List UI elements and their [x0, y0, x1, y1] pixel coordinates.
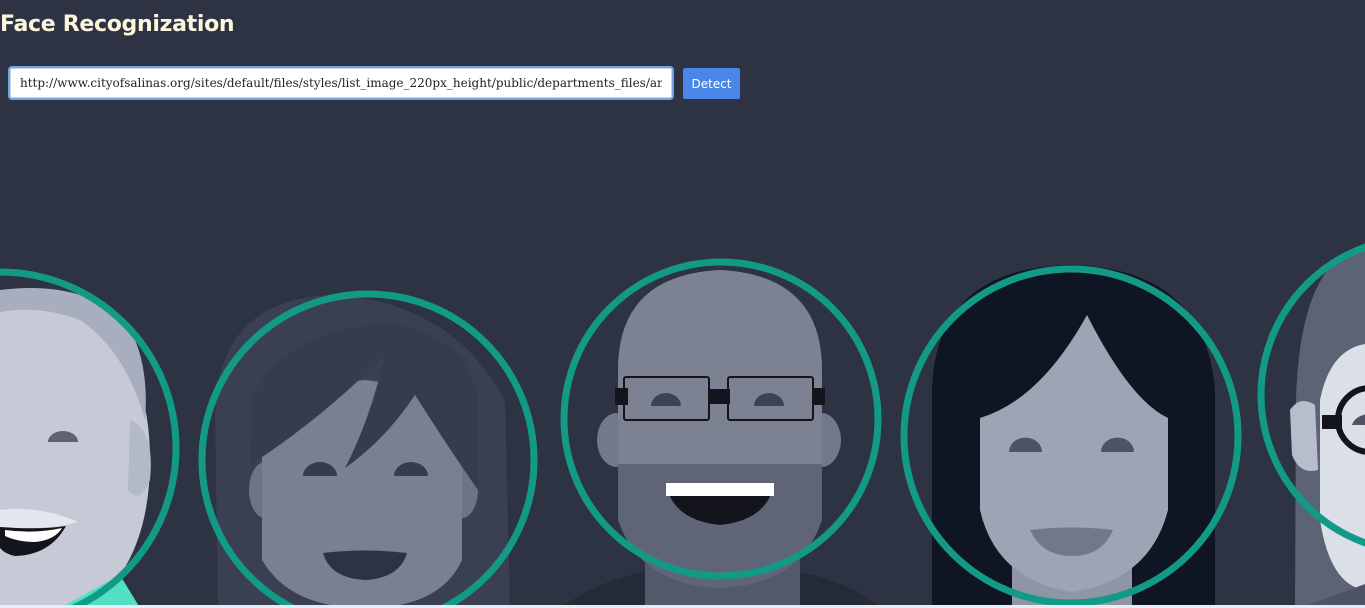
face-woman-fringe: [215, 295, 510, 608]
face-bald-man-glasses: [560, 270, 880, 608]
faces-illustration: [0, 243, 1365, 608]
face-woman-dark-hair: [932, 265, 1215, 608]
face-elderly-man: [0, 288, 151, 608]
face-man-round-glasses: [1290, 245, 1365, 608]
